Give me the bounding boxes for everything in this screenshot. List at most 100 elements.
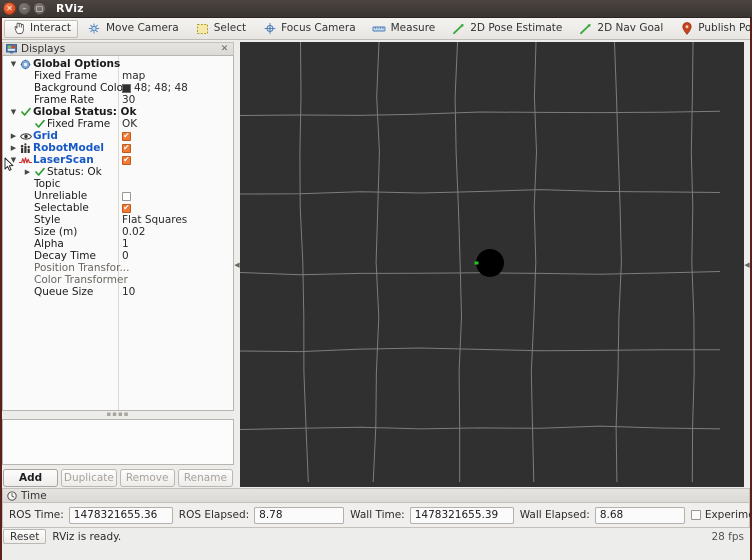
tree-row[interactable]: ▶ Grid	[3, 130, 233, 142]
check-icon	[33, 167, 46, 178]
tree-row-value[interactable]: map	[122, 70, 145, 82]
remove-button[interactable]: Remove	[119, 469, 175, 487]
tree-row-label: Fixed Frame	[47, 118, 111, 131]
mouse-cursor-icon	[4, 157, 15, 175]
chevron-right-icon[interactable]: ▶	[9, 130, 18, 142]
tree-row[interactable]: Fixed Frame OK	[3, 118, 233, 130]
tree-row-value[interactable]: 10	[122, 286, 135, 298]
tree-row[interactable]: ▼ LaserScan	[3, 154, 233, 166]
tree-row-value[interactable]: 30	[122, 94, 135, 106]
visibility-checkbox[interactable]	[122, 155, 131, 165]
tree-row[interactable]: Unreliable	[3, 190, 233, 202]
tree-row[interactable]: Fixed Frame map	[3, 70, 233, 82]
tree-row-value[interactable]	[122, 143, 131, 153]
experimental-label: Experimental	[704, 509, 752, 521]
wall-time-field: Wall Time: 1478321655.39	[350, 506, 514, 524]
tree-row-value[interactable]: 0.02	[122, 226, 145, 238]
tool-publish-point[interactable]: Publish Point	[672, 20, 752, 38]
minimize-icon[interactable]: –	[18, 2, 31, 15]
displays-button-row: Add Duplicate Remove Rename	[2, 469, 234, 487]
focus-camera-icon	[262, 22, 277, 36]
visibility-checkbox[interactable]	[122, 203, 131, 213]
tree-row[interactable]: Size (m) 0.02	[3, 226, 233, 238]
tree-row-label: LaserScan	[33, 154, 94, 167]
tree-row-value[interactable]: 0	[122, 250, 129, 262]
tree-row[interactable]: Topic	[3, 178, 233, 190]
status-message: RViz is ready.	[52, 530, 122, 543]
tree-row[interactable]: ▼ Global Status: Ok	[3, 106, 233, 118]
maximize-icon[interactable]: ▢	[33, 2, 46, 15]
close-icon[interactable]: ✕	[3, 2, 16, 15]
color-swatch[interactable]	[122, 83, 131, 93]
tree-row-value[interactable]	[122, 203, 131, 213]
visibility-checkbox[interactable]	[122, 143, 131, 153]
tree-row[interactable]: Alpha 1	[3, 238, 233, 250]
tree-row[interactable]: Position Transfor...	[3, 262, 233, 274]
window-bottom-filler	[0, 545, 752, 560]
visibility-checkbox[interactable]	[122, 131, 131, 141]
tool-focus-camera[interactable]: Focus Camera	[255, 20, 363, 38]
displays-tree[interactable]: ▼ Global Options Fixed Frame map Background …	[2, 55, 234, 412]
panel-splitter-grip[interactable]: ▪▪▪▪	[2, 410, 234, 418]
grid-eye-icon	[19, 131, 32, 142]
rename-button[interactable]: Rename	[177, 469, 233, 487]
tree-row[interactable]: Selectable	[3, 202, 233, 214]
tree-row[interactable]: Frame Rate 30	[3, 94, 233, 106]
window-title: RViz	[56, 2, 84, 15]
wall-time-input[interactable]: 1478321655.39	[409, 506, 514, 524]
tree-row[interactable]: Background Color 48; 48; 48	[3, 82, 233, 94]
tool-measure[interactable]: Measure	[365, 20, 443, 38]
tree-row-value[interactable]	[122, 191, 131, 201]
tree-row-label: Unreliable	[34, 190, 88, 203]
ros-time-input[interactable]: 1478321655.36	[68, 506, 173, 524]
robot-model-icon	[19, 143, 32, 154]
chevron-right-icon[interactable]: ▶	[23, 166, 32, 178]
3d-render-view[interactable]	[240, 42, 744, 487]
ros-time-label: ROS Time:	[9, 509, 64, 521]
tool-move-camera[interactable]: Move Camera	[80, 20, 186, 38]
tool-2d-nav-goal[interactable]: 2D Nav Goal	[571, 20, 670, 38]
tool-2d-pose-estimate[interactable]: 2D Pose Estimate	[444, 20, 569, 38]
experimental-toggle[interactable]: Experimental	[690, 509, 752, 521]
tree-row-value[interactable]: OK	[122, 118, 137, 130]
time-panel: Time ROS Time: 1478321655.36 ROS Elapsed…	[2, 488, 752, 528]
ros-elapsed-input[interactable]: 8.78	[254, 506, 345, 524]
tree-row-value[interactable]	[122, 131, 131, 141]
move-camera-icon	[87, 22, 102, 36]
visibility-checkbox[interactable]	[122, 191, 131, 201]
experimental-checkbox[interactable]	[690, 510, 701, 520]
duplicate-button[interactable]: Duplicate	[61, 469, 117, 487]
wall-elapsed-input[interactable]: 8.68	[594, 506, 685, 524]
publish-point-pin-icon	[679, 22, 694, 36]
wall-elapsed-field: Wall Elapsed: 8.68	[520, 506, 685, 524]
tree-row-value[interactable]: 1	[122, 238, 129, 250]
displays-close-icon[interactable]: ✕	[219, 44, 230, 55]
ros-elapsed-label: ROS Elapsed:	[178, 509, 250, 521]
pose-estimate-arrow-icon	[451, 22, 466, 36]
tree-row-label: Selectable	[34, 202, 89, 215]
tree-row[interactable]: Color Transformer	[3, 274, 233, 286]
add-button[interactable]: Add	[3, 469, 59, 487]
chevron-down-icon[interactable]: ▼	[9, 58, 18, 70]
time-panel-body: ROS Time: 1478321655.36 ROS Elapsed: 8.7…	[2, 502, 752, 528]
tree-row[interactable]: Queue Size 10	[3, 286, 233, 298]
tree-row-value[interactable]	[122, 155, 131, 165]
displays-panel-titlebar: Displays ✕	[2, 42, 234, 56]
tree-row[interactable]: Decay Time 0	[3, 250, 233, 262]
tree-row-value[interactable]: Flat Squares	[122, 214, 187, 226]
ros-elapsed-field: ROS Elapsed: 8.78	[178, 506, 345, 524]
reset-button[interactable]: Reset	[3, 529, 47, 544]
tool-interact-label: Interact	[30, 22, 71, 35]
tree-row-value[interactable]: 48; 48; 48	[122, 82, 188, 94]
chevron-right-icon[interactable]: ▶	[9, 142, 18, 154]
tool-select-label: Select	[213, 22, 247, 35]
tree-row[interactable]: ▶ RobotModel	[3, 142, 233, 154]
wall-time-label: Wall Time:	[350, 509, 405, 521]
tool-interact[interactable]: Interact	[4, 19, 78, 38]
tree-row[interactable]: Style Flat Squares	[3, 214, 233, 226]
main-toolbar: Interact Move Camera Select Focus Camera…	[0, 18, 752, 40]
tree-row[interactable]: ▼ Global Options	[3, 58, 233, 70]
chevron-down-icon[interactable]: ▼	[9, 106, 18, 118]
tool-select[interactable]: Select	[188, 20, 253, 38]
tree-row[interactable]: ▶ Status: Ok	[3, 166, 233, 178]
